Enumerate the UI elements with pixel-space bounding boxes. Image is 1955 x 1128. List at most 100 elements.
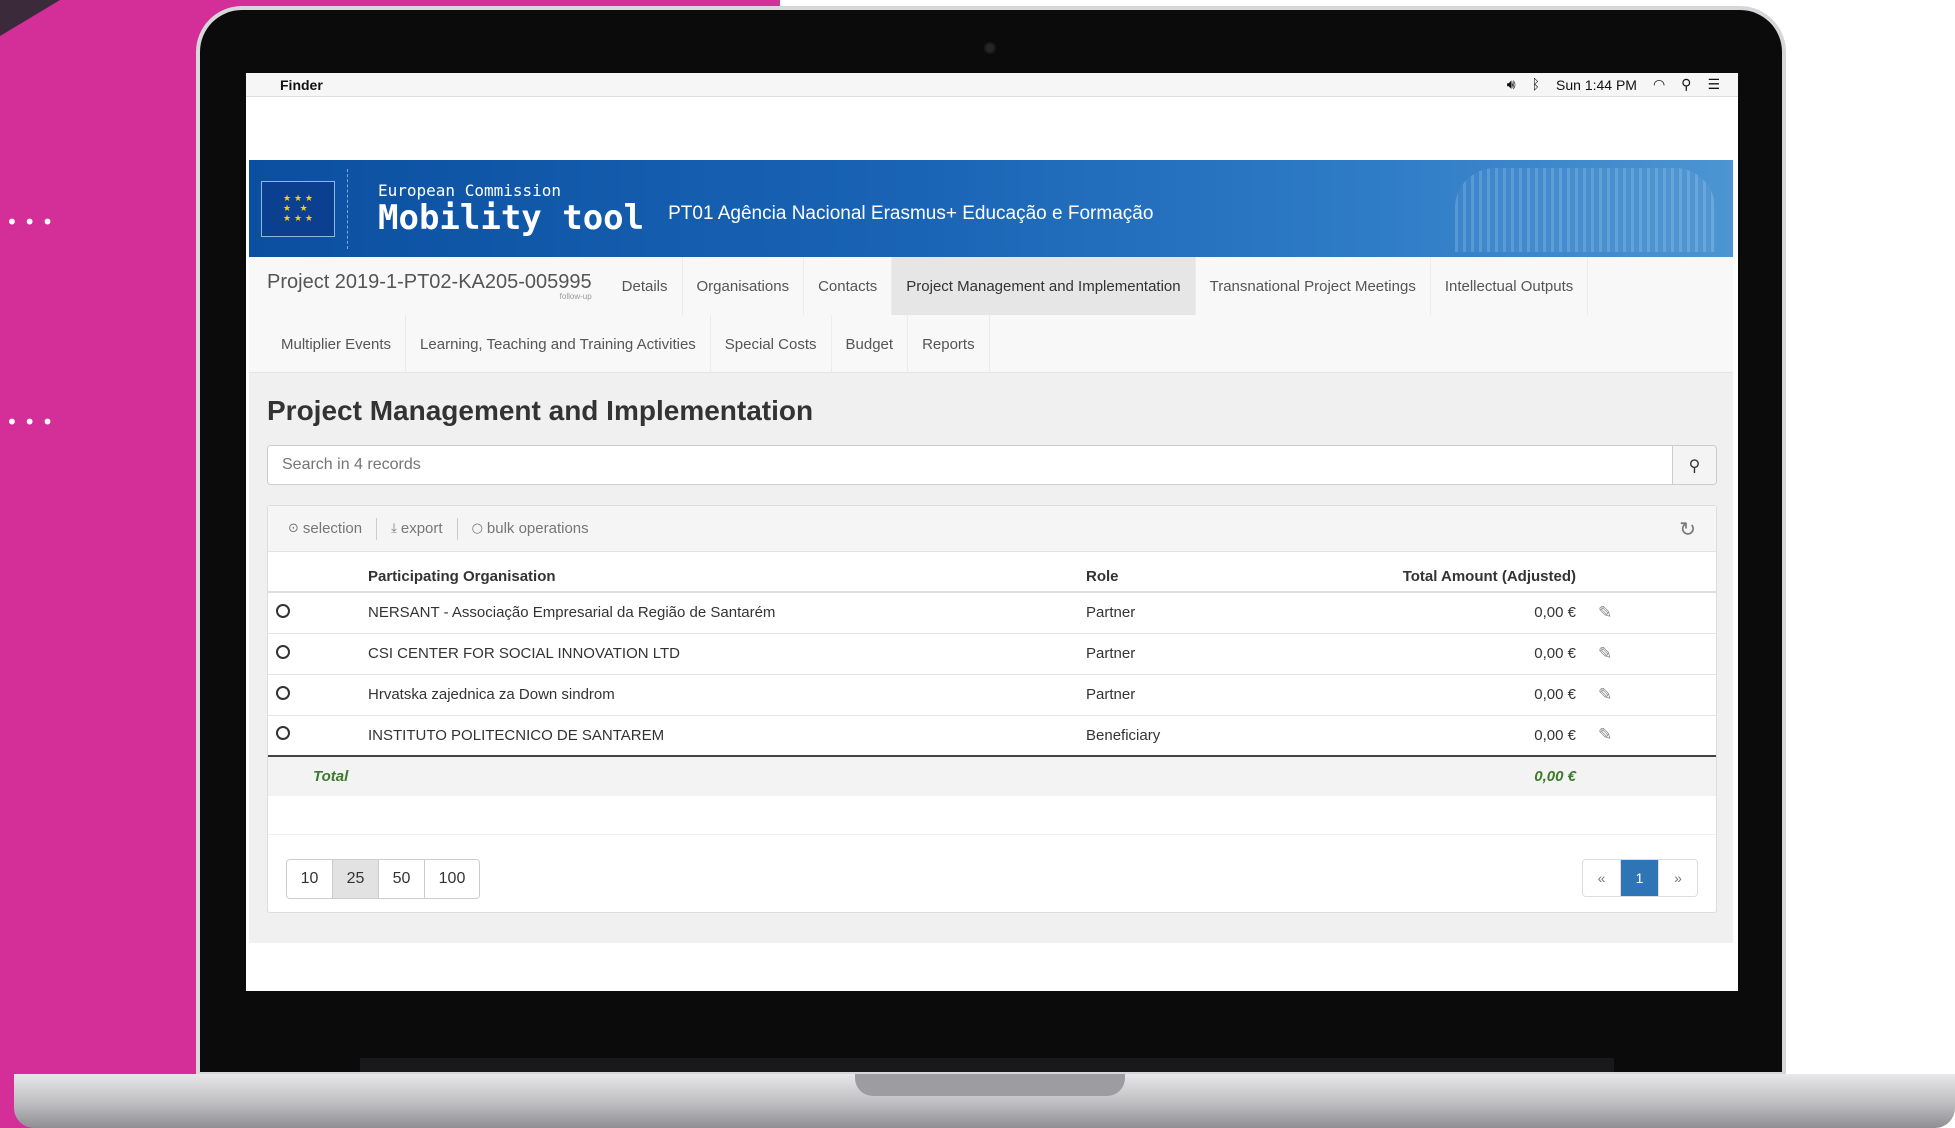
table-row[interactable]: NERSANT - Associação Empresarial da Regi… bbox=[268, 592, 1716, 634]
radio-button[interactable] bbox=[276, 644, 290, 659]
records-table: Participating Organisation Role Total Am… bbox=[268, 552, 1716, 796]
tab-multiplier-events[interactable]: Multiplier Events bbox=[267, 315, 407, 373]
tab-reports[interactable]: Reports bbox=[908, 315, 990, 373]
row-select bbox=[268, 674, 368, 716]
download-icon: ⤓ bbox=[391, 521, 397, 536]
row-actions: ✎ bbox=[1576, 715, 1716, 757]
edit-pencil-icon[interactable]: ✎ bbox=[1598, 725, 1612, 745]
menubar-status: 🔊︎ ᛒ Sun 1:44 PM ◠ ⚲ ☰ bbox=[1507, 77, 1720, 93]
bulk-operations-label: bulk operations bbox=[486, 520, 589, 537]
cell-role: Partner bbox=[1086, 592, 1376, 634]
follow-up-label: follow-up bbox=[559, 292, 592, 301]
row-actions: ✎ bbox=[1576, 674, 1716, 716]
search-input[interactable] bbox=[268, 446, 1672, 484]
header-actions bbox=[1576, 552, 1716, 593]
decorative-dots: ••• bbox=[6, 210, 60, 234]
row-select bbox=[268, 633, 368, 675]
header-select bbox=[268, 552, 368, 593]
total-spacer bbox=[1086, 756, 1376, 796]
edit-pencil-icon[interactable]: ✎ bbox=[1598, 644, 1612, 664]
project-id-text: Project 2019-1-PT02-KA205-005995 bbox=[267, 271, 592, 293]
selection-label: selection bbox=[302, 520, 363, 537]
search-bar: ⚲ bbox=[267, 445, 1717, 485]
cell-organisation: Hrvatska zajednica za Down sindrom bbox=[368, 674, 1086, 716]
table-header-row: Participating Organisation Role Total Am… bbox=[268, 552, 1716, 593]
row-select bbox=[268, 592, 368, 634]
table-row[interactable]: INSTITUTO POLITECNICO DE SANTAREM Benefi… bbox=[268, 715, 1716, 757]
nav-row-2: Multiplier Events Learning, Teaching and… bbox=[249, 315, 1733, 373]
tab-project-management[interactable]: Project Management and Implementation bbox=[892, 257, 1196, 315]
laptop-hinge bbox=[360, 1058, 1614, 1072]
radio-button[interactable] bbox=[276, 685, 290, 700]
header-total-amount[interactable]: Total Amount (Adjusted) bbox=[1376, 552, 1576, 593]
radio-button[interactable] bbox=[276, 603, 290, 618]
edit-pencil-icon[interactable]: ✎ bbox=[1598, 685, 1612, 705]
project-id: Project 2019-1-PT02-KA205-005995 follow-… bbox=[249, 257, 608, 315]
page-size-50[interactable]: 50 bbox=[379, 860, 425, 898]
refresh-icon[interactable]: ↻ bbox=[1679, 517, 1696, 541]
screen: Finder 🔊︎ ᛒ Sun 1:44 PM ◠ ⚲ ☰ ★ ★ ★ ★ ★ ★ … bbox=[246, 73, 1738, 991]
header-organisation[interactable]: Participating Organisation bbox=[368, 552, 1086, 593]
cell-role: Beneficiary bbox=[1086, 715, 1376, 757]
main-content: Project Management and Implementation ⚲ … bbox=[249, 373, 1733, 943]
circle-icon: ○ bbox=[471, 521, 483, 536]
bulk-operations-button[interactable]: ○ bulk operations bbox=[458, 520, 603, 537]
table-row[interactable]: CSI CENTER FOR SOCIAL INNOVATION LTD Par… bbox=[268, 633, 1716, 675]
edit-pencil-icon[interactable]: ✎ bbox=[1598, 603, 1612, 623]
ec-header: ★ ★ ★ ★ ★ ★ ★ ★ European Commission Mobili… bbox=[249, 160, 1733, 257]
page-size-100[interactable]: 100 bbox=[425, 860, 479, 898]
page-size-25[interactable]: 25 bbox=[333, 860, 379, 898]
total-label: Total bbox=[268, 756, 1086, 796]
project-nav: Project 2019-1-PT02-KA205-005995 follow-… bbox=[249, 257, 1733, 373]
row-select bbox=[268, 715, 368, 757]
page-title: Project Management and Implementation bbox=[267, 395, 814, 426]
tab-special-costs[interactable]: Special Costs bbox=[711, 315, 832, 373]
search-icon[interactable]: ⚲ bbox=[1672, 446, 1716, 484]
list-icon[interactable]: ☰ bbox=[1707, 77, 1720, 93]
cell-organisation: CSI CENTER FOR SOCIAL INNOVATION LTD bbox=[368, 633, 1086, 675]
table-row[interactable]: Hrvatska zajednica za Down sindrom Partn… bbox=[268, 674, 1716, 716]
bluetooth-icon[interactable]: ᛒ bbox=[1532, 77, 1540, 93]
tab-intellectual-outputs[interactable]: Intellectual Outputs bbox=[1431, 257, 1589, 315]
pager-prev-button[interactable]: « bbox=[1583, 860, 1621, 896]
grid-toolbar: ⊙ selection ⤓ export ○ bulk operations ↻ bbox=[268, 506, 1716, 552]
wifi-icon[interactable]: ◠ bbox=[1653, 77, 1665, 93]
menubar-app-name[interactable]: Finder bbox=[280, 77, 323, 93]
export-button[interactable]: ⤓ export bbox=[377, 520, 456, 537]
mac-menubar: Finder 🔊︎ ᛒ Sun 1:44 PM ◠ ⚲ ☰ bbox=[246, 73, 1738, 97]
tab-contacts[interactable]: Contacts bbox=[804, 257, 893, 315]
target-icon: ⊙ bbox=[288, 521, 299, 536]
cell-organisation: INSTITUTO POLITECNICO DE SANTAREM bbox=[368, 715, 1086, 757]
tab-transnational-meetings[interactable]: Transnational Project Meetings bbox=[1196, 257, 1431, 315]
laptop-notch bbox=[855, 1074, 1125, 1096]
nav-row-1: Project 2019-1-PT02-KA205-005995 follow-… bbox=[249, 257, 1733, 315]
decorative-dots: ••• bbox=[6, 410, 60, 434]
pager-next-button[interactable]: » bbox=[1659, 860, 1697, 896]
radio-button[interactable] bbox=[276, 726, 290, 741]
export-label: export bbox=[400, 520, 443, 537]
header-role[interactable]: Role bbox=[1086, 552, 1376, 593]
menubar-clock[interactable]: Sun 1:44 PM bbox=[1556, 77, 1637, 93]
spotlight-icon[interactable]: ⚲ bbox=[1681, 77, 1691, 93]
tab-budget[interactable]: Budget bbox=[832, 315, 909, 373]
camera-icon bbox=[984, 42, 996, 54]
records-panel: ⊙ selection ⤓ export ○ bulk operations ↻ bbox=[267, 505, 1717, 913]
mobility-tool-logo[interactable]: European Commission Mobility tool bbox=[378, 182, 644, 235]
pager-current-page[interactable]: 1 bbox=[1621, 860, 1659, 896]
table-footer: 10 25 50 100 « 1 » bbox=[268, 834, 1716, 912]
total-spacer bbox=[1576, 756, 1716, 796]
tab-organisations[interactable]: Organisations bbox=[683, 257, 805, 315]
cell-role: Partner bbox=[1086, 633, 1376, 675]
cell-amount: 0,00 € bbox=[1376, 633, 1576, 675]
tab-learning-activities[interactable]: Learning, Teaching and Training Activiti… bbox=[406, 315, 711, 373]
row-actions: ✎ bbox=[1576, 592, 1716, 634]
pagination: « 1 » bbox=[1582, 859, 1698, 897]
selection-button[interactable]: ⊙ selection bbox=[288, 520, 376, 537]
tab-details[interactable]: Details bbox=[608, 257, 683, 315]
cell-amount: 0,00 € bbox=[1376, 715, 1576, 757]
page-size-selector: 10 25 50 100 bbox=[286, 859, 480, 899]
volume-icon[interactable]: 🔊︎ bbox=[1507, 77, 1516, 93]
page-size-10[interactable]: 10 bbox=[287, 860, 333, 898]
total-amount: 0,00 € bbox=[1376, 756, 1576, 796]
background-corner bbox=[0, 0, 60, 36]
